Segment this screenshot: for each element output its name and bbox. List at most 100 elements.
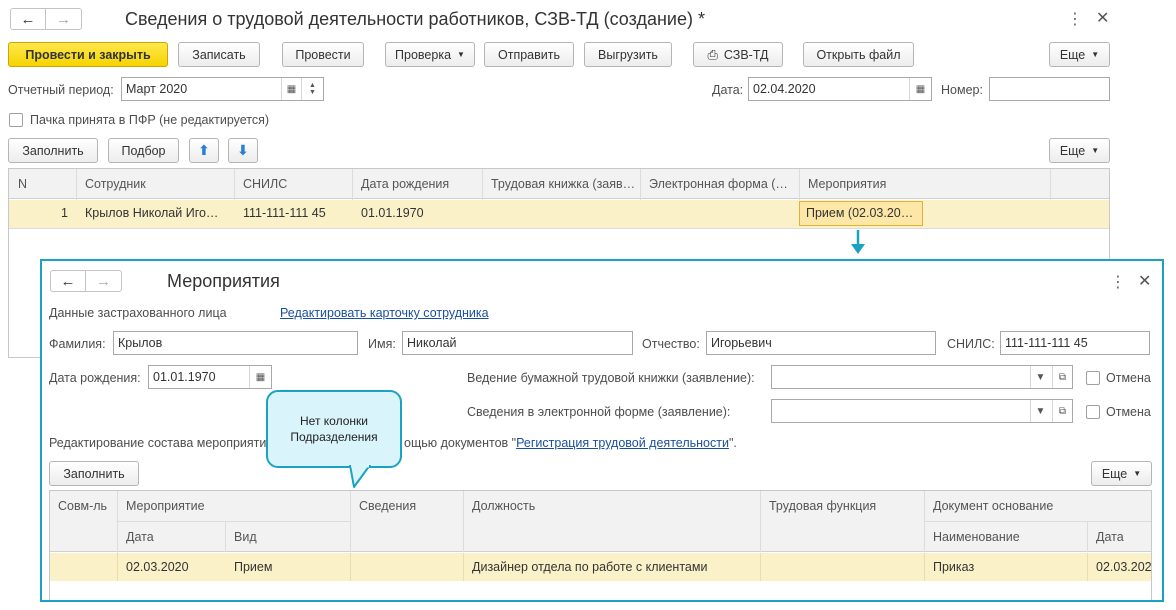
surname-field[interactable]: Крылов [113,331,358,355]
period-spinner[interactable]: ▲ ▼ [301,78,323,100]
callout-line-2: Подразделения [290,430,378,444]
chevron-down-icon: ▼ [457,50,465,59]
birth-date-value: 01.01.1970 [153,370,216,384]
sub-window-title: Мероприятия [167,271,280,291]
col-doc-basis[interactable]: Документ основание [933,499,1053,513]
col-labor-function[interactable]: Трудовая функция [769,499,876,513]
snils-field[interactable]: 111-111-111 45 [1000,331,1150,355]
col-employee[interactable]: Сотрудник [85,177,230,191]
note-end: ". [728,436,737,450]
printer-icon: ⎙ [707,46,718,62]
col-doc-name[interactable]: Наименование [933,530,1020,544]
back-arrow-icon[interactable]: ← [51,271,87,291]
sub-more-button[interactable]: Еще ▼ [1091,461,1152,486]
events-table: Совм-ль Мероприятие Дата Вид Сведения До… [49,490,1152,600]
send-button[interactable]: Отправить [484,42,574,67]
post-and-close-button[interactable]: Провести и закрыть [8,42,168,67]
edit-composition-note-tail: ощью документов "Регистрация трудовой де… [404,436,737,450]
table-more-button[interactable]: Еще ▼ [1049,138,1110,163]
forward-arrow-icon[interactable]: → [86,271,121,291]
paper-book-cancel-checkbox[interactable] [1086,371,1100,385]
sub-nav-buttons: ← → [50,270,122,292]
close-icon[interactable]: ✕ [1138,271,1151,291]
col-n[interactable]: N [18,177,27,191]
table-row[interactable]: 02.03.2020 Прием Дизайнер отдела по рабо… [50,553,1151,581]
date-field[interactable]: 02.04.2020 ▦ [748,77,932,101]
col-electronic-form[interactable]: Электронная форма (… [649,177,795,191]
open-icon[interactable]: ⧉ [1052,400,1072,422]
surname-label: Фамилия: [49,337,106,351]
move-down-button[interactable]: ⬇ [228,138,258,163]
calendar-icon[interactable]: ▦ [909,78,931,100]
back-arrow-icon[interactable]: ← [11,9,47,29]
more-options-icon[interactable]: ⋮ [1110,272,1126,292]
name-field[interactable]: Николай [402,331,633,355]
sub-more-label: Еще [1101,466,1128,481]
chevron-down-icon[interactable]: ▼ [1030,400,1050,422]
paper-book-cancel-label: Отмена [1106,371,1151,385]
check-label: Проверка [395,47,452,62]
period-value: Март 2020 [126,82,188,96]
table-row[interactable]: 1 Крылов Николай Иго… 111-111-111 45 01.… [9,200,1109,228]
col-event-date[interactable]: Дата [126,530,154,544]
cell-events[interactable]: Прием (02.03.20… [799,201,923,226]
chevron-down-icon[interactable]: ▼ [1030,366,1050,388]
spin-up-icon[interactable]: ▲ [309,82,316,89]
calendar-icon[interactable]: ▦ [281,78,301,100]
number-label: Номер: [941,83,983,97]
col-events[interactable]: Мероприятия [808,177,1008,191]
callout-line-1: Нет колонки [300,414,368,428]
col-snils[interactable]: СНИЛС [243,177,348,191]
more-label: Еще [1059,47,1086,62]
open-file-button[interactable]: Открыть файл [803,42,914,67]
electronic-form-cancel-checkbox[interactable] [1086,405,1100,419]
check-dropdown-button[interactable]: Проверка ▼ [385,42,475,67]
forward-arrow-icon[interactable]: → [46,9,81,29]
period-label: Отчетный период: [8,83,114,97]
fill-button[interactable]: Заполнить [8,138,98,163]
table-more-label: Еще [1059,143,1086,158]
post-button[interactable]: Провести [282,42,364,67]
edit-composition-note: Редактирование состава мероприяти [49,436,266,450]
export-button[interactable]: Выгрузить [584,42,672,67]
cell-events-value: Прием (02.03.20… [806,206,914,220]
save-button[interactable]: Записать [178,42,260,67]
number-field[interactable] [989,77,1110,101]
cell-birth-date: 01.01.1970 [361,206,424,220]
col-position[interactable]: Должность [472,499,535,513]
col-event[interactable]: Мероприятие [126,499,205,513]
col-birth-date[interactable]: Дата рождения [361,177,479,191]
period-field[interactable]: Март 2020 ▦ ▲ ▼ [121,77,324,101]
col-doc-date[interactable]: Дата [1096,530,1124,544]
col-combination[interactable]: Совм-ль [58,499,107,513]
insured-person-label: Данные застрахованного лица [49,306,227,320]
move-up-button[interactable]: ⬆ [189,138,219,163]
close-icon[interactable]: ✕ [1096,8,1109,28]
col-event-kind[interactable]: Вид [234,530,257,544]
events-window: ← → Мероприятия ⋮ ✕ Данные застрахованно… [40,259,1164,602]
cell-event-date: 02.03.2020 [126,560,189,574]
registration-link[interactable]: Регистрация трудовой деятельности [516,436,729,450]
print-szv-label: СЗВ-ТД [723,47,769,62]
sub-fill-button[interactable]: Заполнить [49,461,139,486]
more-button[interactable]: Еще ▼ [1049,42,1110,67]
paper-book-select[interactable]: ▼ ⧉ [771,365,1073,389]
electronic-form-select[interactable]: ▼ ⧉ [771,399,1073,423]
paper-book-label: Ведение бумажной трудовой книжки (заявле… [467,371,755,385]
col-info[interactable]: Сведения [359,499,416,513]
col-work-book[interactable]: Трудовая книжка (заяв… [491,177,637,191]
arrow-up-icon: ⬆ [198,142,210,158]
birth-date-field[interactable]: 01.01.1970 ▦ [148,365,272,389]
spin-down-icon[interactable]: ▼ [309,89,316,96]
patronymic-field[interactable]: Игорьевич [706,331,936,355]
more-options-icon[interactable]: ⋮ [1067,9,1083,29]
pfr-accepted-checkbox[interactable] [9,113,23,127]
open-icon[interactable]: ⧉ [1052,366,1072,388]
calendar-icon[interactable]: ▦ [249,366,271,388]
edit-employee-card-link[interactable]: Редактировать карточку сотрудника [280,306,489,320]
chevron-down-icon: ▼ [1091,50,1100,59]
name-label: Имя: [368,337,396,351]
birth-date-label: Дата рождения: [49,371,141,385]
print-szv-button[interactable]: ⎙ СЗВ-ТД [693,42,783,67]
select-button[interactable]: Подбор [108,138,179,163]
